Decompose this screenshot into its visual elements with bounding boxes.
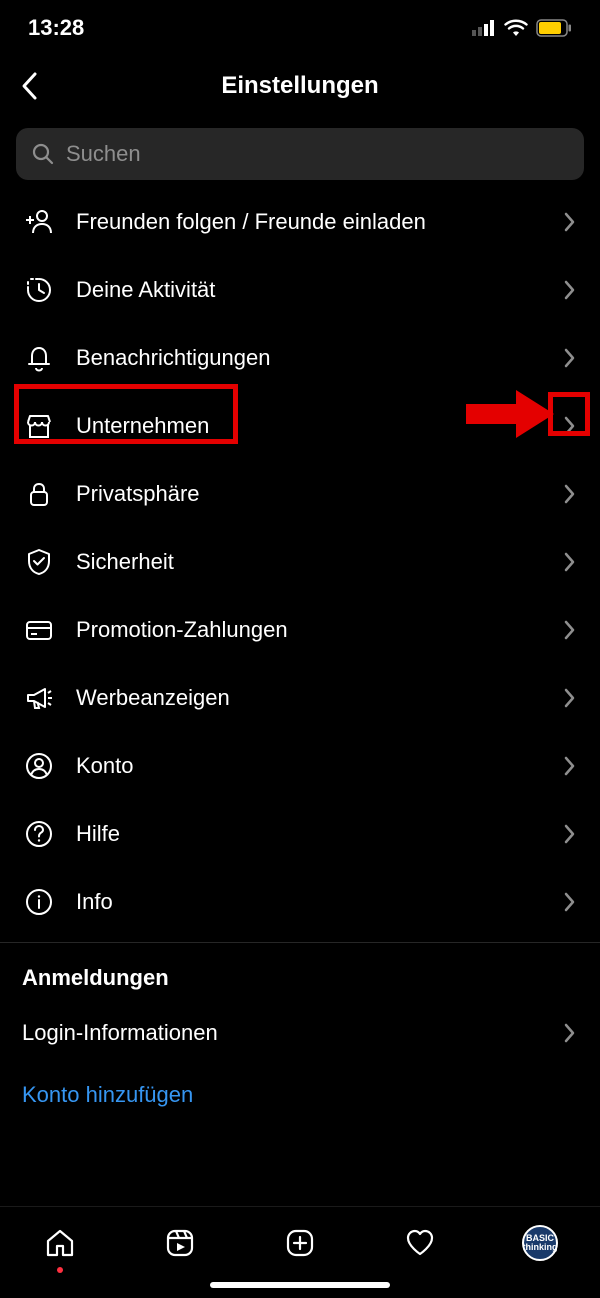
storefront-icon [23, 410, 55, 442]
help-icon [23, 818, 55, 850]
settings-item-label: Freunden folgen / Freunde einladen [76, 209, 540, 235]
profile-avatar: BASIC thinking [522, 1225, 558, 1261]
plus-square-icon [283, 1226, 317, 1260]
add-person-icon [23, 206, 55, 238]
settings-list: Freunden folgen / Freunde einladen Deine… [0, 188, 600, 1125]
status-indicators [472, 19, 572, 37]
credit-card-icon [23, 614, 55, 646]
login-info-label: Login-Informationen [22, 1020, 218, 1046]
account-icon [23, 750, 55, 782]
settings-item-label: Werbeanzeigen [76, 685, 540, 711]
settings-item-label: Privatsphäre [76, 481, 540, 507]
shield-check-icon [23, 546, 55, 578]
chevron-right-icon [563, 416, 575, 436]
settings-item-about[interactable]: Info [0, 868, 600, 936]
settings-item-ads[interactable]: Werbeanzeigen [0, 664, 600, 732]
settings-item-activity[interactable]: Deine Aktivität [0, 256, 600, 324]
avatar-text: BASIC thinking [523, 1234, 558, 1252]
settings-item-security[interactable]: Sicherheit [0, 528, 600, 596]
chevron-right-icon [563, 348, 575, 368]
search-icon [32, 143, 54, 165]
settings-item-label: Unternehmen [76, 413, 540, 439]
settings-item-follow-invite[interactable]: Freunden folgen / Freunde einladen [0, 188, 600, 256]
cellular-icon [472, 20, 496, 36]
chevron-right-icon [563, 552, 575, 572]
info-icon [23, 886, 55, 918]
wifi-icon [504, 19, 528, 37]
status-bar: 13:28 [0, 0, 600, 56]
settings-item-privacy[interactable]: Privatsphäre [0, 460, 600, 528]
settings-item-label: Benachrichtigungen [76, 345, 540, 371]
header: Einstellungen [0, 56, 600, 116]
search-container: Suchen [0, 116, 600, 188]
chevron-right-icon [563, 620, 575, 640]
settings-item-help[interactable]: Hilfe [0, 800, 600, 868]
chevron-right-icon [563, 484, 575, 504]
battery-icon [536, 19, 572, 37]
add-account-label: Konto hinzufügen [22, 1082, 193, 1108]
settings-item-promotion-payments[interactable]: Promotion-Zahlungen [0, 596, 600, 664]
chevron-right-icon [563, 892, 575, 912]
login-info-row[interactable]: Login-Informationen [0, 1001, 600, 1065]
chevron-right-icon [563, 688, 575, 708]
activity-icon [23, 274, 55, 306]
chevron-left-icon [20, 71, 38, 101]
reels-icon [163, 1226, 197, 1260]
tab-home[interactable] [38, 1221, 82, 1265]
back-button[interactable] [20, 71, 38, 101]
lock-icon [23, 478, 55, 510]
bottom-tabbar: BASIC thinking [0, 1206, 600, 1298]
settings-item-label: Deine Aktivität [76, 277, 540, 303]
settings-item-label: Konto [76, 753, 540, 779]
chevron-right-icon [563, 212, 575, 232]
chevron-right-icon [563, 1023, 575, 1043]
add-account-row[interactable]: Konto hinzufügen [0, 1065, 600, 1125]
tab-create[interactable] [278, 1221, 322, 1265]
status-time: 13:28 [28, 15, 84, 41]
chevron-right-icon [563, 280, 575, 300]
settings-item-label: Info [76, 889, 540, 915]
settings-item-account[interactable]: Konto [0, 732, 600, 800]
home-icon [43, 1226, 77, 1260]
settings-item-label: Hilfe [76, 821, 540, 847]
page-title: Einstellungen [221, 72, 378, 100]
megaphone-icon [23, 682, 55, 714]
heart-icon [403, 1226, 437, 1260]
settings-item-label: Promotion-Zahlungen [76, 617, 540, 643]
search-placeholder: Suchen [66, 141, 141, 167]
search-input[interactable]: Suchen [16, 128, 584, 180]
logins-heading: Anmeldungen [0, 943, 600, 1001]
tab-activity[interactable] [398, 1221, 442, 1265]
chevron-right-icon [563, 824, 575, 844]
notification-dot [57, 1267, 63, 1273]
tab-profile[interactable]: BASIC thinking [518, 1221, 562, 1265]
chevron-right-icon [563, 756, 575, 776]
settings-item-notifications[interactable]: Benachrichtigungen [0, 324, 600, 392]
settings-item-label: Sicherheit [76, 549, 540, 575]
bell-icon [23, 342, 55, 374]
tab-reels[interactable] [158, 1221, 202, 1265]
settings-item-business[interactable]: Unternehmen [0, 392, 600, 460]
home-indicator [210, 1282, 390, 1288]
